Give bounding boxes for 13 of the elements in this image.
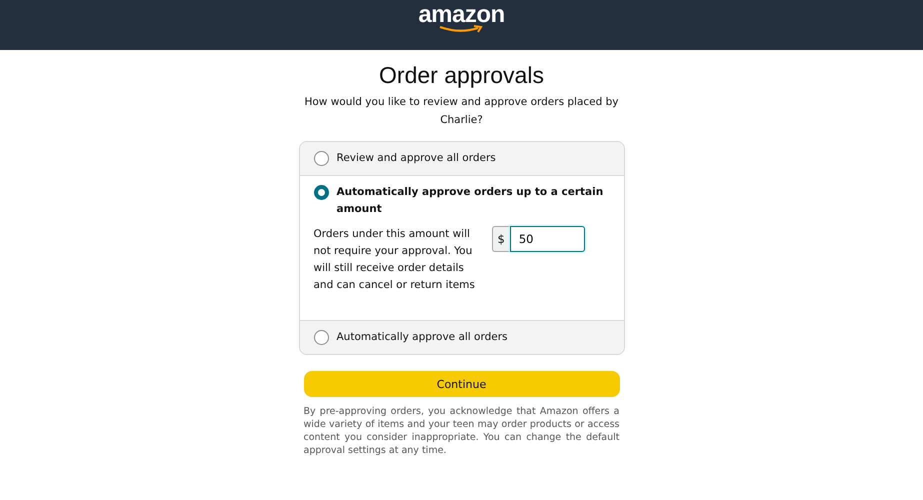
logo[interactable]: amazon xyxy=(418,2,505,33)
radio-button[interactable] xyxy=(314,330,328,345)
subtitle: How would you like to review and approve orders placed by Charlie? xyxy=(303,95,620,128)
amount-field[interactable]: 50 xyxy=(510,226,585,252)
continue-button[interactable]: Continue xyxy=(304,371,620,397)
page-title: Order approvals xyxy=(379,62,544,89)
radio-button[interactable] xyxy=(314,185,328,200)
currency-prefix: $ xyxy=(492,226,510,252)
radio-button[interactable] xyxy=(314,151,328,166)
smile-arrow-icon xyxy=(438,25,484,33)
option-label[interactable]: Automatically approve orders up to a certain amount xyxy=(336,184,610,218)
option-description: Orders under this amount will not require your approval. You will still receive order details and can cancel or return items xyxy=(314,227,476,293)
disclaimer-text: By pre-approving orders, you acknowledge that Amazon offers a wide variety of items and your teen may order products or access content you consider inappropriate. You can change the default approval settings at any time. xyxy=(304,405,620,457)
